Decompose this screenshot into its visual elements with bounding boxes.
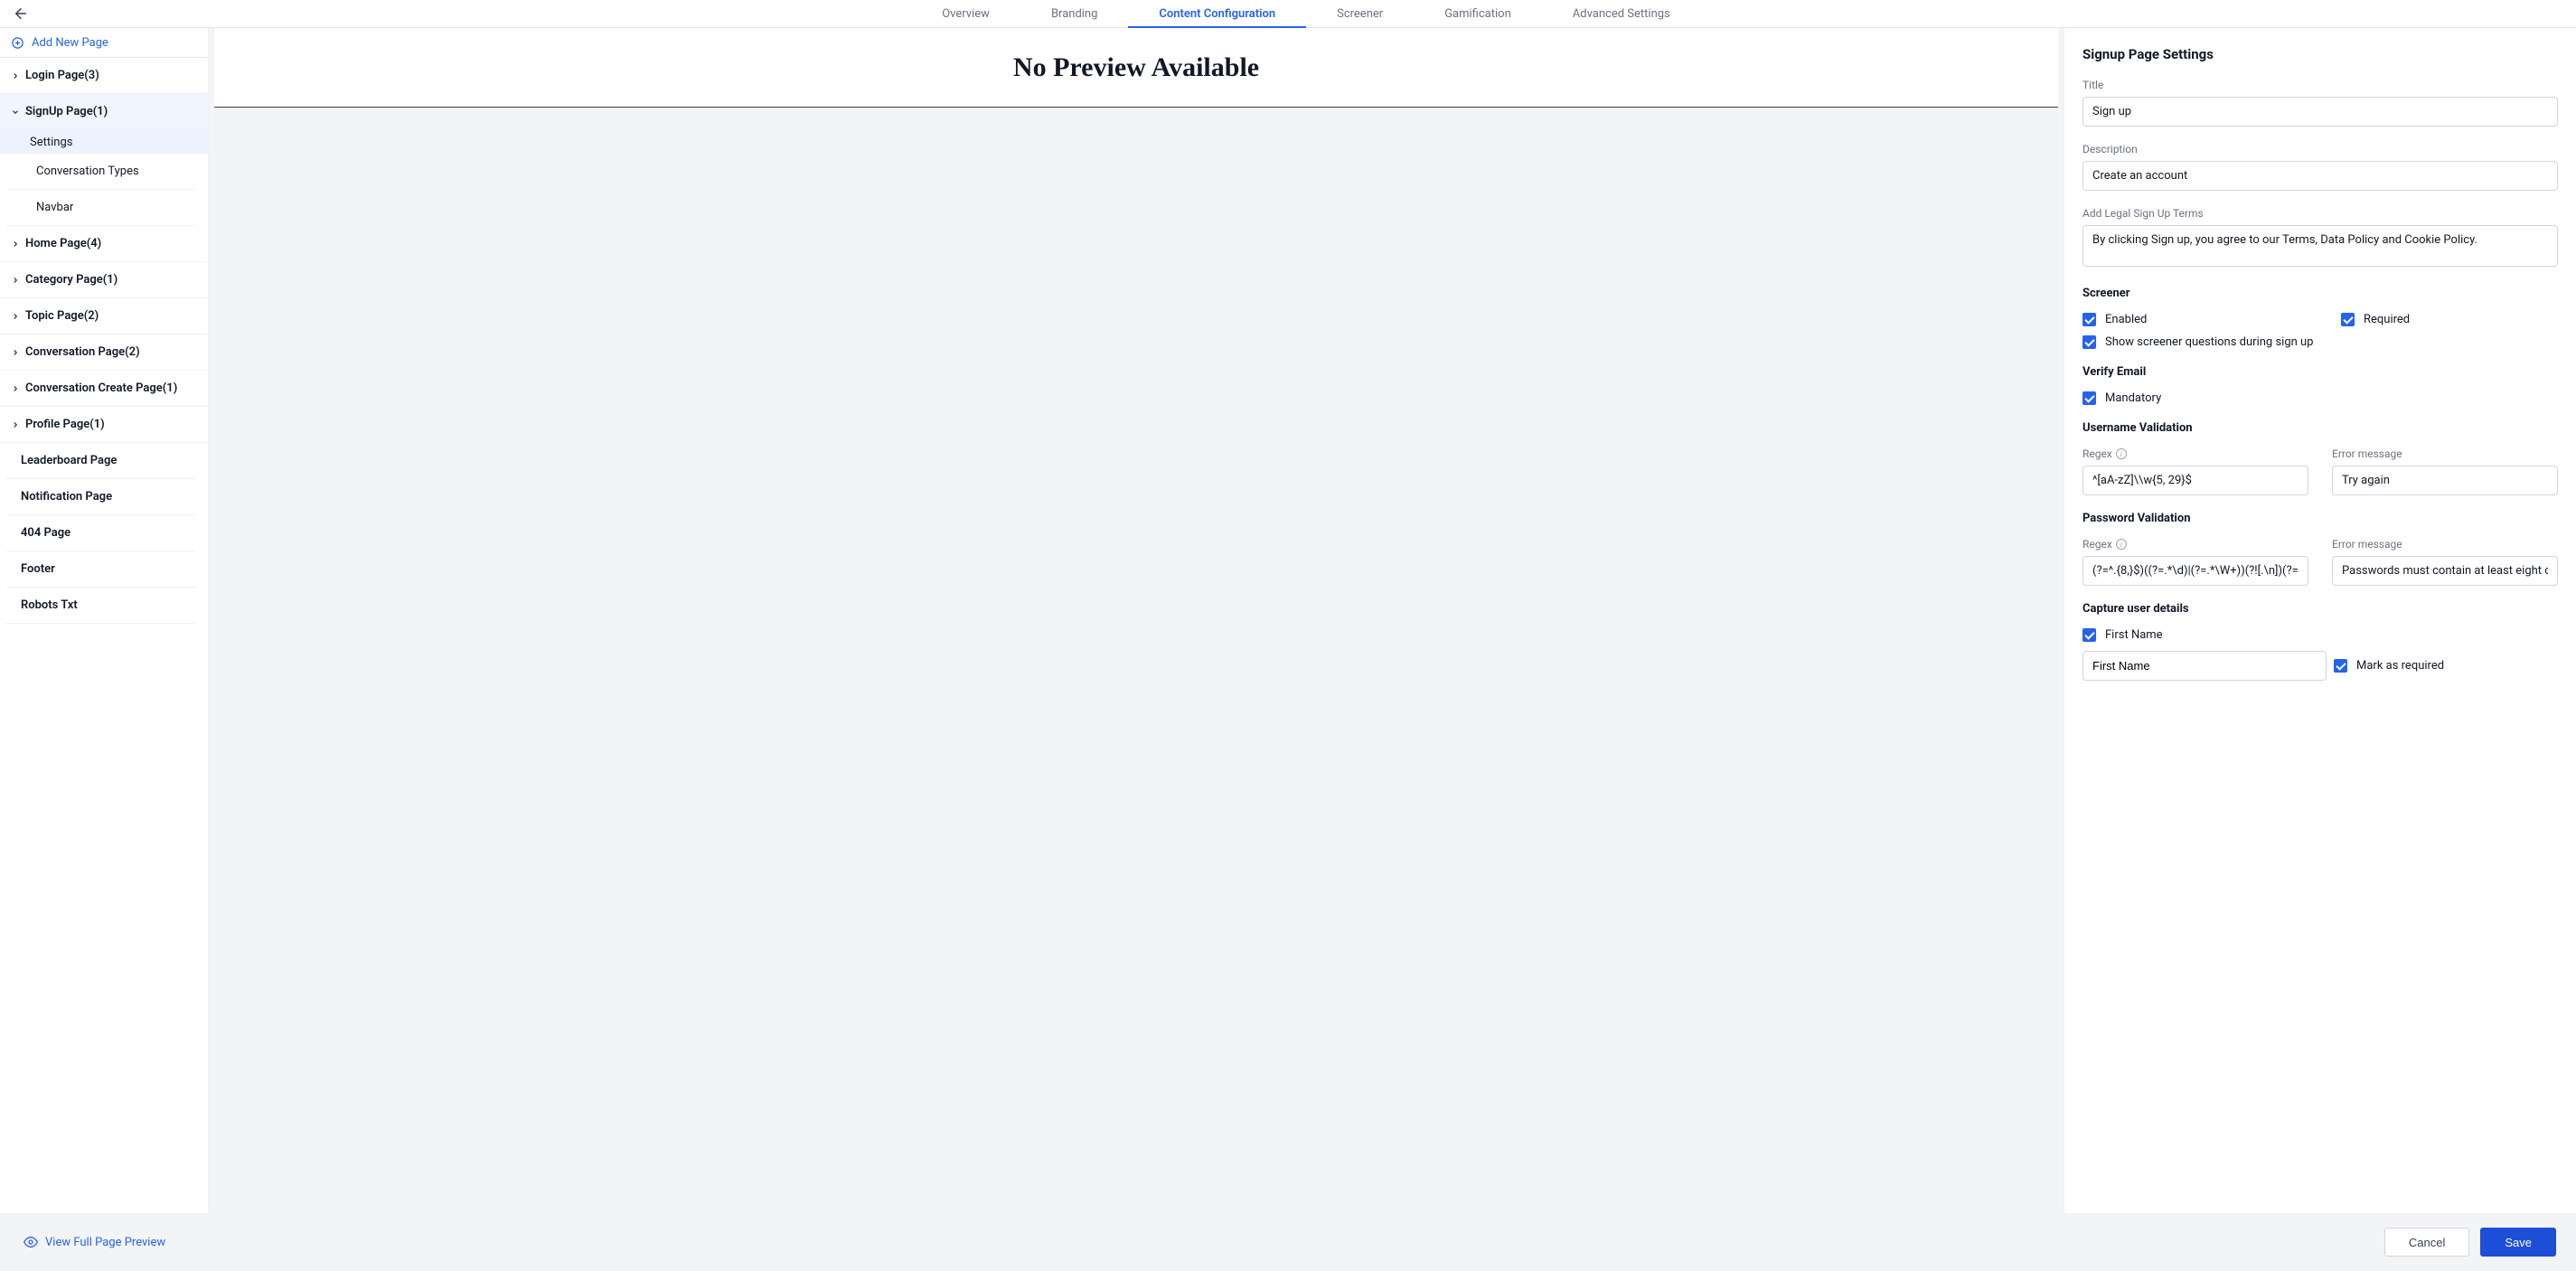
- info-icon: i: [2116, 539, 2127, 550]
- tab-advanced-settings[interactable]: Advanced Settings: [1542, 0, 1701, 28]
- label-title: Title: [2082, 79, 2558, 91]
- add-new-page-button[interactable]: Add New Page: [0, 28, 208, 58]
- tab-branding[interactable]: Branding: [1020, 0, 1128, 28]
- check-label: First Name: [2105, 628, 2163, 642]
- checkbox[interactable]: [2082, 313, 2096, 326]
- checkbox[interactable]: [2341, 313, 2355, 326]
- input-legal[interactable]: By clicking Sign up, you agree to our Te…: [2082, 225, 2558, 267]
- capture-firstname-check[interactable]: First Name: [2082, 628, 2558, 642]
- username-validation-heading: Username Validation: [2082, 421, 2558, 435]
- tab-gamification[interactable]: Gamification: [1414, 0, 1542, 28]
- label-error: Error message: [2332, 447, 2558, 460]
- sidebar-child-conversation-types[interactable]: Conversation Types: [6, 154, 195, 190]
- checkbox[interactable]: [2082, 391, 2096, 405]
- label-description: Description: [2082, 143, 2558, 155]
- check-label: Mark as required: [2356, 659, 2444, 673]
- sidebar-item-footer[interactable]: Footer: [6, 551, 195, 588]
- tab-overview[interactable]: Overview: [911, 0, 1020, 28]
- preview-empty-state: No Preview Available: [214, 28, 2058, 108]
- mark-required-check[interactable]: Mark as required: [2334, 659, 2558, 673]
- tab-screener[interactable]: Screener: [1306, 0, 1414, 28]
- preview-panel: No Preview Available: [209, 28, 2064, 1213]
- input-username-error[interactable]: [2332, 466, 2558, 495]
- footer-bar: View Full Page Preview Cancel Save: [0, 1213, 2576, 1271]
- screener-heading: Screener: [2082, 287, 2558, 300]
- check-label: Enabled: [2105, 313, 2147, 326]
- screener-enabled-check[interactable]: Enabled: [2082, 313, 2317, 326]
- check-label: Required: [2364, 313, 2410, 326]
- input-password-regex[interactable]: [2082, 556, 2308, 586]
- top-bar: OverviewBrandingContent ConfigurationScr…: [0, 0, 2576, 28]
- save-button[interactable]: Save: [2480, 1228, 2556, 1257]
- sidebar-item-leaderboard-page[interactable]: Leaderboard Page: [6, 443, 195, 479]
- capture-details-heading: Capture user details: [2082, 602, 2558, 616]
- cancel-button[interactable]: Cancel: [2384, 1228, 2469, 1257]
- eye-icon: [24, 1235, 38, 1249]
- sidebar: Add New Page Login Page(3)SignUp Page(1)…: [0, 28, 209, 1213]
- screener-required-check[interactable]: Required: [2341, 313, 2576, 326]
- inspector-title: Signup Page Settings: [2082, 46, 2558, 62]
- view-full-preview-button[interactable]: View Full Page Preview: [24, 1235, 165, 1249]
- input-username-regex[interactable]: [2082, 466, 2308, 495]
- sidebar-child-settings[interactable]: Settings: [0, 130, 208, 154]
- sidebar-item-profile-page[interactable]: Profile Page(1): [0, 407, 208, 443]
- tabs: OverviewBrandingContent ConfigurationScr…: [36, 0, 2576, 28]
- password-validation-heading: Password Validation: [2082, 512, 2558, 525]
- preview-empty-text: No Preview Available: [1013, 52, 1259, 83]
- sidebar-item-topic-page[interactable]: Topic Page(2): [0, 298, 208, 334]
- input-password-error[interactable]: [2332, 556, 2558, 586]
- checkbox[interactable]: [2082, 335, 2096, 349]
- input-title[interactable]: [2082, 97, 2558, 127]
- inspector-panel: Signup Page Settings Title Description A…: [2064, 28, 2576, 1213]
- view-full-preview-label: View Full Page Preview: [45, 1236, 165, 1249]
- arrow-left-icon: [13, 5, 29, 22]
- verify-mandatory-check[interactable]: Mandatory: [2082, 391, 2558, 405]
- check-label: Show screener questions during sign up: [2105, 335, 2313, 349]
- sidebar-item-robots-txt[interactable]: Robots Txt: [6, 588, 195, 624]
- input-firstname-label[interactable]: [2082, 651, 2327, 681]
- sidebar-item-404-page[interactable]: 404 Page: [6, 515, 195, 551]
- verify-email-heading: Verify Email: [2082, 365, 2558, 379]
- checkbox[interactable]: [2334, 659, 2347, 673]
- label-legal: Add Legal Sign Up Terms: [2082, 207, 2558, 220]
- label-regex: Regex i: [2082, 538, 2308, 551]
- sidebar-child-navbar[interactable]: Navbar: [6, 190, 195, 226]
- sidebar-item-conversation-create-page[interactable]: Conversation Create Page(1): [0, 371, 208, 407]
- add-new-page-label: Add New Page: [32, 36, 108, 50]
- sidebar-item-category-page[interactable]: Category Page(1): [0, 262, 208, 298]
- input-description[interactable]: [2082, 161, 2558, 191]
- sidebar-item-signup-page[interactable]: SignUp Page(1): [0, 94, 208, 130]
- label-error: Error message: [2332, 538, 2558, 551]
- sidebar-item-notification-page[interactable]: Notification Page: [6, 479, 195, 515]
- plus-circle-icon: [11, 36, 24, 50]
- info-icon: i: [2116, 448, 2127, 459]
- sidebar-item-login-page[interactable]: Login Page(3): [0, 58, 208, 94]
- checkbox[interactable]: [2082, 628, 2096, 642]
- sidebar-item-home-page[interactable]: Home Page(4): [0, 226, 208, 262]
- label-regex: Regex i: [2082, 447, 2308, 460]
- tab-content-configuration[interactable]: Content Configuration: [1128, 0, 1306, 28]
- sidebar-item-conversation-page[interactable]: Conversation Page(2): [0, 334, 208, 371]
- screener-show-check[interactable]: Show screener questions during sign up: [2082, 335, 2558, 349]
- check-label: Mandatory: [2105, 391, 2161, 405]
- back-button[interactable]: [0, 0, 36, 28]
